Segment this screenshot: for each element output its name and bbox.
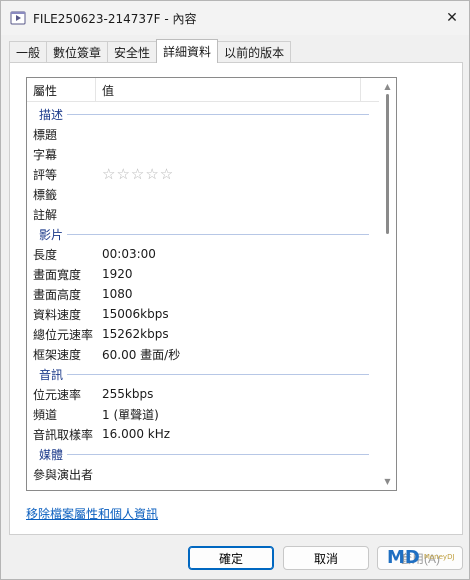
property-row-frame-height[interactable]: 畫面高度 1080 xyxy=(27,284,379,304)
property-name: 總位元速率 xyxy=(33,327,94,342)
property-row-contributing-artists[interactable]: 參與演出者 xyxy=(27,464,379,484)
group-title: 描述 xyxy=(39,107,64,122)
group-title: 音訊 xyxy=(39,367,64,382)
title-bar: FILE250623-214737F - 內容 ✕ xyxy=(1,1,469,35)
property-value: 255kbps xyxy=(102,387,154,401)
group-divider xyxy=(67,234,369,235)
column-header-value[interactable]: 值 xyxy=(96,78,361,102)
property-name: 字幕 xyxy=(33,147,58,162)
property-row-subtitle[interactable]: 字幕 xyxy=(27,144,379,164)
property-row-rating[interactable]: 評等 ☆☆☆☆☆ xyxy=(27,164,379,184)
vertical-scrollbar[interactable]: ▲ ▼ xyxy=(379,78,396,490)
scroll-up-arrow-icon[interactable]: ▲ xyxy=(383,82,392,91)
property-row-frame-width[interactable]: 畫面寬度 1920 xyxy=(27,264,379,284)
property-value: 15006kbps xyxy=(102,307,169,321)
property-value: 1920 xyxy=(102,267,133,281)
group-media: 媒體 xyxy=(27,444,379,464)
group-divider xyxy=(67,454,369,455)
property-row-data-rate[interactable]: 資料速度 15006kbps xyxy=(27,304,379,324)
group-divider xyxy=(67,374,369,375)
property-value: 00:03:00 xyxy=(102,247,156,261)
remove-properties-link[interactable]: 移除檔案屬性和個人資訊 xyxy=(26,505,158,522)
property-row-total-bitrate[interactable]: 總位元速率 15262kbps xyxy=(27,324,379,344)
property-value: 1080 xyxy=(102,287,133,301)
property-name: 頻道 xyxy=(33,407,58,422)
property-name: 畫面高度 xyxy=(33,287,82,302)
group-title: 媒體 xyxy=(39,447,64,462)
column-header-property[interactable]: 屬性 xyxy=(27,78,96,102)
property-name: 標籤 xyxy=(33,187,58,202)
tab-digital-signatures[interactable]: 數位簽章 xyxy=(46,41,109,63)
property-name: 評等 xyxy=(33,167,58,182)
property-name: 資料速度 xyxy=(33,307,82,322)
property-name: 音訊取樣率 xyxy=(33,427,94,442)
property-row-frame-rate[interactable]: 框架速度 60.00 畫面/秒 xyxy=(27,344,379,364)
scroll-thumb[interactable] xyxy=(386,94,389,234)
tab-general[interactable]: 一般 xyxy=(9,41,48,63)
tab-previous-versions[interactable]: 以前的版本 xyxy=(217,41,292,63)
tab-details[interactable]: 詳細資料 xyxy=(156,39,219,63)
property-value: 60.00 畫面/秒 xyxy=(102,347,181,362)
group-description: 描述 xyxy=(27,104,379,124)
property-name: 框架速度 xyxy=(33,347,82,362)
property-name: 長度 xyxy=(33,247,58,262)
details-panel: 屬性 值 描述 標題 字幕 評等 ☆☆☆☆☆ 標籤 註解 影片 長度 00:03… xyxy=(9,62,463,535)
list-header: 屬性 值 xyxy=(27,78,379,102)
group-audio: 音訊 xyxy=(27,364,379,384)
cancel-button[interactable]: 取消 xyxy=(283,546,369,570)
watermark-logo-mark: MD xyxy=(387,546,420,568)
property-name: 畫面寬度 xyxy=(33,267,82,282)
property-row-tags[interactable]: 標籤 xyxy=(27,184,379,204)
window-title: FILE250623-214737F - 內容 xyxy=(33,12,197,26)
tab-security[interactable]: 安全性 xyxy=(107,41,158,63)
ok-button[interactable]: 確定 xyxy=(188,546,274,570)
property-value: 16.000 kHz xyxy=(102,427,171,441)
property-rows: 描述 標題 字幕 評等 ☆☆☆☆☆ 標籤 註解 影片 長度 00:03:00 畫… xyxy=(27,104,379,484)
property-row-length[interactable]: 長度 00:03:00 xyxy=(27,244,379,264)
property-name: 註解 xyxy=(33,207,58,222)
property-row-sample-rate[interactable]: 音訊取樣率 16.000 kHz xyxy=(27,424,379,444)
property-name: 位元速率 xyxy=(33,387,82,402)
property-value: 15262kbps xyxy=(102,327,169,341)
group-divider xyxy=(67,114,369,115)
video-file-icon xyxy=(9,9,27,27)
watermark-logo: MD MoneyDJ xyxy=(387,541,467,573)
group-title: 影片 xyxy=(39,227,64,242)
property-row-channels[interactable]: 頻道 1 (單聲道) xyxy=(27,404,379,424)
property-row-title[interactable]: 標題 xyxy=(27,124,379,144)
property-value: 1 (單聲道) xyxy=(102,407,159,422)
properties-window: FILE250623-214737F - 內容 ✕ 一般 數位簽章 安全性 詳細… xyxy=(0,0,470,580)
property-name: 標題 xyxy=(33,127,58,142)
property-name: 參與演出者 xyxy=(33,467,94,482)
close-icon[interactable]: ✕ xyxy=(441,7,463,29)
group-video: 影片 xyxy=(27,224,379,244)
tab-bar: 一般 數位簽章 安全性 詳細資料 以前的版本 xyxy=(9,39,292,63)
property-row-comments[interactable]: 註解 xyxy=(27,204,379,224)
scroll-down-arrow-icon[interactable]: ▼ xyxy=(383,477,392,486)
property-row-bitrate[interactable]: 位元速率 255kbps xyxy=(27,384,379,404)
rating-stars-icon[interactable]: ☆☆☆☆☆ xyxy=(102,165,174,183)
watermark-logo-text: MoneyDJ xyxy=(423,553,455,561)
property-list[interactable]: 屬性 值 描述 標題 字幕 評等 ☆☆☆☆☆ 標籤 註解 影片 長度 00:03… xyxy=(26,77,397,491)
